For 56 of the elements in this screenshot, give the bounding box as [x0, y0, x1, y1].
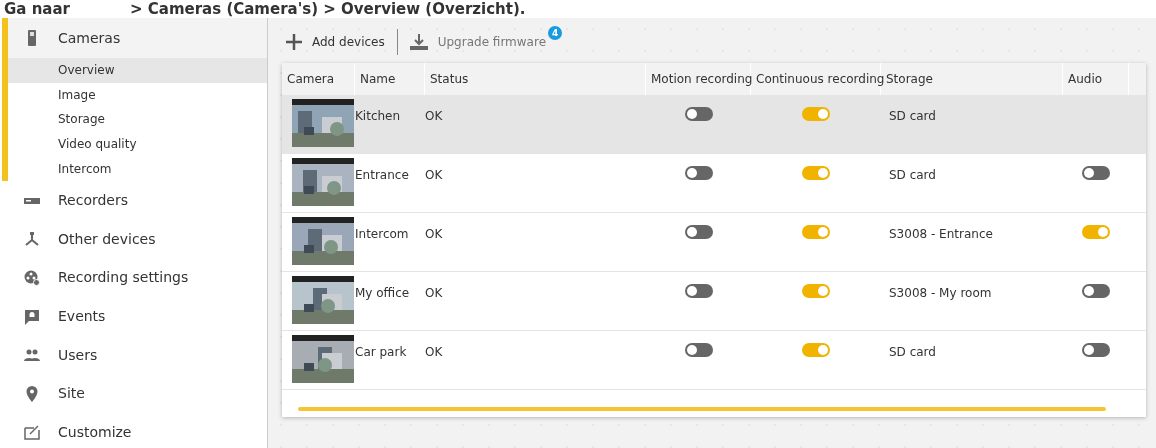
status-text: OK	[425, 285, 443, 302]
sidebar-item[interactable]: Recorders	[8, 181, 267, 221]
customize-icon	[24, 424, 40, 441]
toggle-switch[interactable]	[1082, 284, 1110, 298]
scroll-bar[interactable]	[298, 407, 1106, 411]
camera-name: Kitchen	[355, 108, 401, 125]
storage-text: SD card	[889, 167, 936, 184]
caption-text: > Cameras (Camera's) > Overview (Overzicht).	[130, 0, 526, 18]
status-text: OK	[425, 108, 443, 125]
upgrade-firmware-button[interactable]: Upgrade firmware	[405, 33, 551, 51]
sidebar-item[interactable]: Users	[8, 335, 267, 375]
sidebar-item[interactable]: Site	[8, 374, 267, 413]
location-pin-icon	[24, 385, 40, 402]
download-icon	[409, 34, 428, 50]
caption-text: Ga naar	[4, 0, 70, 18]
toggle-switch[interactable]	[802, 166, 830, 180]
storage-text: SD card	[889, 344, 936, 361]
toggle-switch[interactable]	[684, 107, 713, 121]
plus-icon	[286, 34, 302, 50]
sidebar-item[interactable]: Events	[8, 297, 267, 336]
sidebar-subitem[interactable]: Image	[8, 82, 267, 108]
users-icon	[24, 347, 40, 364]
sidebar-item[interactable]: Other devices	[8, 220, 267, 259]
storage-text: S3008 - My room	[889, 285, 992, 302]
toggle-switch[interactable]	[684, 284, 713, 298]
toggle-switch[interactable]	[1082, 225, 1110, 239]
status-text: OK	[425, 167, 443, 184]
sidebar-item[interactable]: Customize	[8, 413, 267, 448]
toggle-switch[interactable]	[802, 284, 830, 298]
camera-name: My office	[355, 285, 410, 302]
toggle-switch[interactable]	[802, 225, 830, 239]
bell-message-icon	[24, 308, 40, 325]
network-icon	[24, 231, 40, 248]
sidebar-subitem[interactable]: Video quality	[8, 132, 267, 157]
toggle-switch[interactable]	[802, 343, 830, 357]
storage-text: SD card	[889, 108, 936, 125]
sidebar-subitem[interactable]: Storage	[8, 107, 267, 133]
sidebar-subitem[interactable]: Overview	[8, 58, 267, 83]
camera-name: Intercom	[355, 226, 409, 243]
status-text: OK	[425, 226, 443, 243]
toggle-switch[interactable]	[802, 107, 830, 121]
toggle-switch[interactable]	[684, 343, 713, 357]
toggle-switch[interactable]	[684, 166, 713, 180]
sidebar-item[interactable]: Cameras	[8, 18, 267, 58]
toggle-switch[interactable]	[1082, 166, 1110, 180]
status-text: OK	[425, 344, 443, 361]
storage-text: S3008 - Entrance	[889, 226, 993, 243]
add-devices-button[interactable]: Add devices	[282, 33, 389, 51]
camera-name: Entrance	[355, 167, 409, 184]
sidebar-item[interactable]: Recording settings	[8, 258, 267, 298]
notification-badge: 4	[548, 26, 563, 40]
toggle-switch[interactable]	[1082, 343, 1110, 357]
camera-name: Car park	[355, 344, 407, 361]
toggle-switch[interactable]	[684, 225, 713, 239]
sidebar-subitem[interactable]: Intercom	[8, 156, 267, 182]
film-reel-icon	[24, 269, 40, 286]
